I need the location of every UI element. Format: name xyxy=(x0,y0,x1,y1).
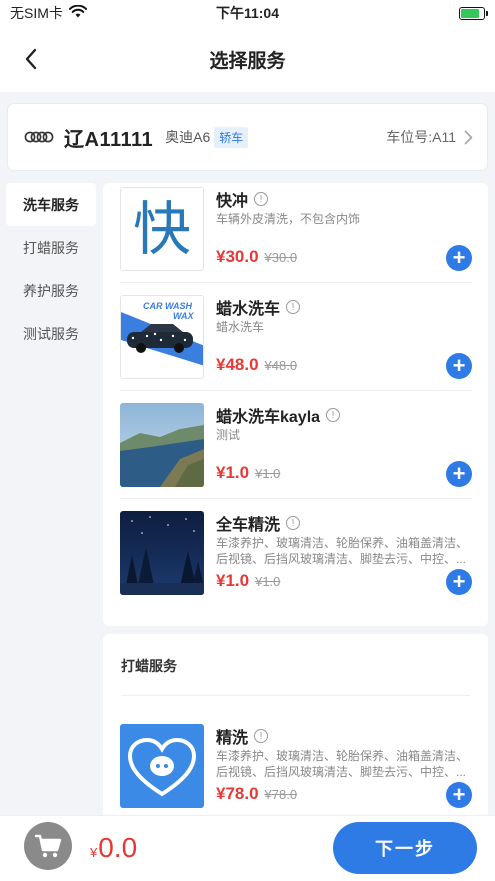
info-icon[interactable]: ! xyxy=(254,729,269,743)
carrier-label: 无SIM卡 xyxy=(10,5,63,21)
service-description: 车漆养护、玻璃清洁、轮胎保养、油箱盖清洁、后视镜、后挡风玻璃清洁、脚垫去污、中控… xyxy=(216,749,468,779)
service-name: 全车精洗 xyxy=(216,517,281,534)
add-service-button[interactable]: + xyxy=(446,569,472,595)
service-name: 蜡水洗车kayla xyxy=(216,409,321,426)
section-title: 打蜡服务 xyxy=(121,658,177,674)
add-service-button[interactable]: + xyxy=(446,245,472,271)
service-name: 精洗 xyxy=(216,730,249,747)
plus-icon: + xyxy=(452,461,466,486)
service-original-price: ¥48.0 xyxy=(264,358,298,373)
thumb-line-2: WAX xyxy=(173,311,194,321)
sidebar-item-wax[interactable]: 打蜡服务 xyxy=(6,226,96,269)
night-forest-image xyxy=(120,511,204,595)
divider xyxy=(120,390,472,391)
service-name: 蜡水洗车 xyxy=(216,301,281,318)
service-item[interactable]: 精洗 ! 车漆养护、玻璃清洁、轮胎保养、油箱盖清洁、后视镜、后挡风玻璃清洁、脚垫… xyxy=(120,720,472,812)
service-thumbnail xyxy=(120,511,204,595)
service-name: 快冲 xyxy=(216,193,249,210)
add-service-button[interactable]: + xyxy=(446,353,472,379)
license-plate: 辽A11111 xyxy=(64,128,154,151)
battery-icon xyxy=(459,6,488,20)
service-price: ¥1.0 xyxy=(216,571,250,590)
car-info-card[interactable]: 辽A11111 奥迪A6 轿车 车位号:A11 xyxy=(8,104,487,170)
divider xyxy=(120,282,472,283)
back-button[interactable] xyxy=(16,44,46,74)
info-icon[interactable]: ! xyxy=(286,516,301,530)
add-service-button[interactable]: + xyxy=(446,461,472,487)
sidebar-item-test[interactable]: 测试服务 xyxy=(6,312,96,355)
service-price: ¥30.0 xyxy=(216,247,259,266)
add-service-button[interactable]: + xyxy=(446,782,472,808)
service-description: 测试 xyxy=(216,428,241,442)
wifi-icon xyxy=(68,4,87,21)
service-thumbnail: 快 xyxy=(120,187,204,271)
service-item[interactable]: CAR WASH WAX 蜡水洗车 ! 蜡水洗车 ¥48.0 ¥48.0 + xyxy=(120,291,472,383)
wash-services-panel: 快 快冲 ! 车辆外皮清洗，不包含内饰 ¥30.0 ¥30.0 + CAR WA… xyxy=(103,183,488,626)
service-thumbnail xyxy=(120,724,204,808)
next-step-button[interactable]: 下一步 xyxy=(333,822,477,874)
service-description: 车辆外皮清洗，不包含内饰 xyxy=(216,212,361,226)
wax-services-panel: 打蜡服务 精洗 ! 车漆养护、玻璃清洁、轮胎保养、油箱盖清洁、后视镜、后挡风玻璃… xyxy=(103,634,488,824)
service-description: 蜡水洗车 xyxy=(216,320,265,334)
service-original-price: ¥1.0 xyxy=(255,574,281,589)
service-item[interactable]: 全车精洗 ! 车漆养护、玻璃清洁、轮胎保养、油箱盖清洁、后视镜、后挡风玻璃清洁、… xyxy=(120,507,472,599)
audi-logo-icon xyxy=(24,131,54,143)
service-price: ¥48.0 xyxy=(216,355,259,374)
chevron-left-icon xyxy=(25,48,37,70)
info-icon[interactable]: ! xyxy=(326,408,341,422)
plus-icon: + xyxy=(452,353,466,378)
service-original-price: ¥1.0 xyxy=(255,466,281,481)
service-description: 车漆养护、玻璃清洁、轮胎保养、油箱盖清洁、后视镜、后挡风玻璃清洁、脚垫去污、中控… xyxy=(216,536,468,566)
divider xyxy=(120,498,472,499)
service-item[interactable]: 快 快冲 ! 车辆外皮清洗，不包含内饰 ¥30.0 ¥30.0 + xyxy=(120,183,472,275)
service-price: ¥1.0 xyxy=(216,463,250,482)
plus-icon: + xyxy=(452,245,466,270)
shopping-cart-icon xyxy=(34,834,62,858)
parking-info: 车位号:A11 xyxy=(386,127,473,147)
service-item[interactable]: 蜡水洗车kayla ! 测试 ¥1.0 ¥1.0 + xyxy=(120,399,472,491)
cart-button[interactable] xyxy=(24,822,72,870)
thumb-line-1: CAR WASH xyxy=(143,301,192,311)
total-price: ¥ 0.0 xyxy=(90,832,137,864)
thumbnail-character: 快 xyxy=(132,195,191,263)
info-icon[interactable]: ! xyxy=(254,192,269,206)
sidebar-item-wash[interactable]: 洗车服务 xyxy=(6,183,96,226)
service-price: ¥78.0 xyxy=(216,784,259,803)
service-thumbnail xyxy=(120,403,204,487)
plus-icon: + xyxy=(452,569,466,594)
checkout-bar: ¥ 0.0 下一步 xyxy=(0,816,495,881)
info-icon[interactable]: ! xyxy=(286,300,301,314)
battery-level xyxy=(461,8,479,18)
service-original-price: ¥30.0 xyxy=(264,250,298,265)
plus-icon: + xyxy=(452,782,466,807)
sidebar-item-maintenance[interactable]: 养护服务 xyxy=(6,269,96,312)
category-sidebar: 洗车服务 打蜡服务 养护服务 测试服务 xyxy=(6,183,96,355)
coast-landscape-image xyxy=(120,403,204,487)
car-model: 奥迪A6 xyxy=(165,129,211,145)
service-thumbnail: CAR WASH WAX xyxy=(120,295,204,379)
heart-emblem-image xyxy=(127,737,197,797)
page-title: 选择服务 xyxy=(209,50,286,72)
currency-symbol: ¥ xyxy=(90,845,98,860)
chevron-right-icon xyxy=(464,130,473,144)
status-bar: 无SIM卡 下午11:04 xyxy=(0,0,495,26)
parking-label: 车位号:A11 xyxy=(386,129,456,145)
service-original-price: ¥78.0 xyxy=(264,787,298,802)
car-type-tag: 轿车 xyxy=(214,126,249,148)
total-amount: 0.0 xyxy=(98,832,138,863)
divider xyxy=(121,695,470,696)
nav-bar: 选择服务 xyxy=(0,26,495,92)
